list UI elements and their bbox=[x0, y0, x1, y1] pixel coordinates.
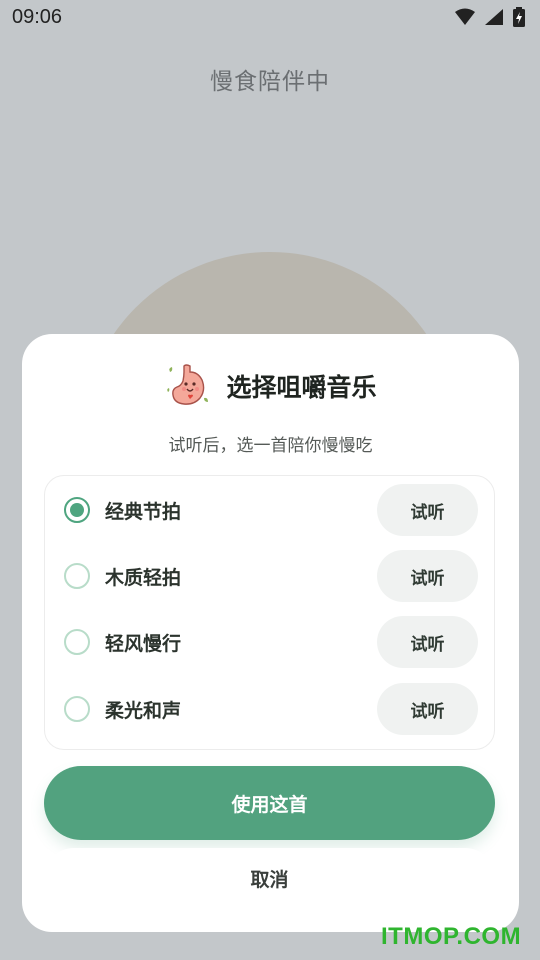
preview-button[interactable]: 试听 bbox=[377, 484, 478, 536]
radio-button[interactable] bbox=[64, 629, 90, 655]
radio-button-selected[interactable] bbox=[64, 497, 90, 523]
music-option-label: 柔光和声 bbox=[105, 699, 182, 722]
music-option-gentle-breeze[interactable]: 轻风慢行 试听 bbox=[45, 612, 494, 672]
watermark-logo: ITMOP.COM bbox=[381, 923, 522, 950]
cellular-signal-icon bbox=[485, 9, 503, 25]
preview-button[interactable]: 试听 bbox=[377, 616, 478, 668]
preview-button[interactable]: 试听 bbox=[377, 550, 478, 602]
battery-charging-icon bbox=[513, 7, 525, 27]
music-select-sheet: 选择咀嚼音乐 试听后，选一首陪你慢慢吃 经典节拍 试听 木质轻拍 试听 轻风慢行… bbox=[22, 334, 519, 932]
sheet-title: 选择咀嚼音乐 bbox=[226, 373, 377, 402]
use-this-music-button[interactable]: 使用这首 bbox=[44, 766, 495, 840]
music-option-label: 经典节拍 bbox=[105, 500, 182, 523]
page-title: 慢食陪伴中 bbox=[210, 69, 330, 95]
music-option-label: 轻风慢行 bbox=[105, 632, 182, 655]
music-option-wooden-tap[interactable]: 木质轻拍 试听 bbox=[45, 546, 494, 606]
music-options-list: 经典节拍 试听 木质轻拍 试听 轻风慢行 试听 柔光和声 试听 bbox=[44, 475, 495, 750]
sheet-subtitle: 试听后，选一首陪你慢慢吃 bbox=[168, 436, 373, 456]
radio-button[interactable] bbox=[64, 563, 90, 589]
stomach-mascot-icon bbox=[167, 364, 209, 405]
status-time: 09:06 bbox=[12, 5, 63, 28]
sheet-header: 选择咀嚼音乐 bbox=[22, 362, 519, 410]
music-option-classic-beat[interactable]: 经典节拍 试听 bbox=[45, 480, 494, 540]
preview-button[interactable]: 试听 bbox=[377, 683, 478, 735]
cancel-button[interactable]: 取消 bbox=[44, 848, 495, 908]
wifi-icon bbox=[455, 8, 475, 25]
status-icons bbox=[454, 7, 526, 27]
music-option-soft-harmony[interactable]: 柔光和声 试听 bbox=[45, 679, 494, 739]
status-bar: 09:06 bbox=[0, 0, 540, 34]
music-option-label: 木质轻拍 bbox=[105, 566, 182, 589]
radio-button[interactable] bbox=[64, 696, 90, 722]
